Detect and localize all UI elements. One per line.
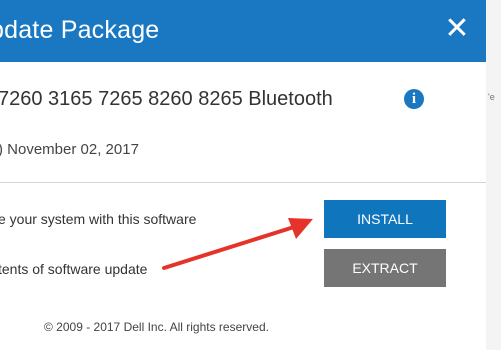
install-description: e your system with this software [0,211,197,227]
install-button[interactable]: INSTALL [324,200,446,238]
background-window-edge: 'e [486,0,501,350]
extract-button[interactable]: EXTRACT [324,249,446,287]
divider [0,182,486,183]
update-package-dialog: pdate Package ✕ 7260 3165 7265 8260 8265… [0,0,486,350]
close-button[interactable]: ✕ [442,14,472,44]
background-text: 'e [488,92,495,102]
dialog-titlebar: pdate Package ✕ [0,0,486,62]
dialog-title: pdate Package [0,16,160,44]
release-date: ) November 02, 2017 [0,141,139,158]
product-name: 7260 3165 7265 8260 8265 Bluetooth [0,88,333,110]
info-icon[interactable]: i [404,89,424,109]
extract-description: tents of software update [0,261,148,277]
copyright-text: © 2009 - 2017 Dell Inc. All rights reser… [44,320,269,334]
